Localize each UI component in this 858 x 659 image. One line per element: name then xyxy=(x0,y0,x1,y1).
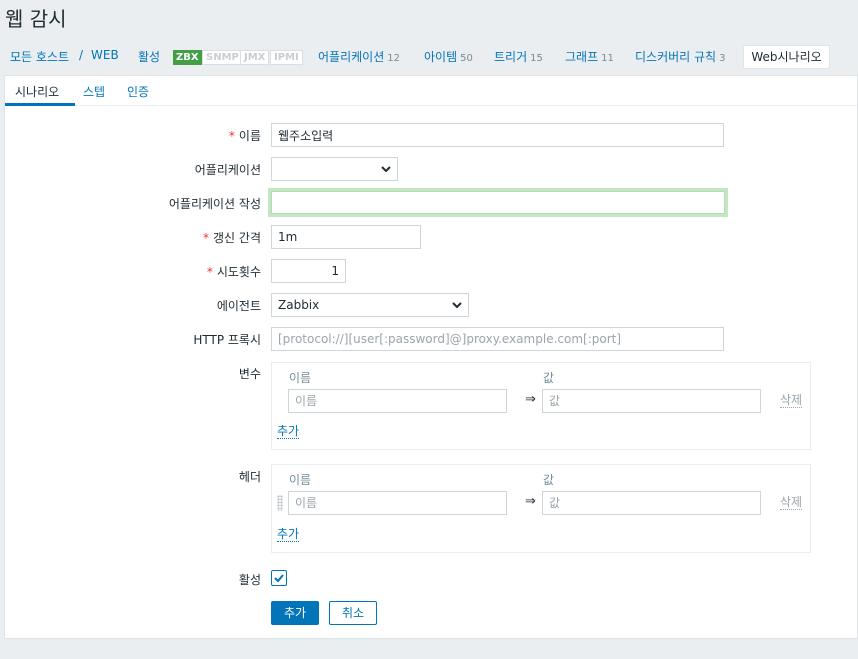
nav-triggers[interactable]: 트리거 15 xyxy=(494,48,543,65)
active-tab-indicator xyxy=(5,103,75,106)
agent-select[interactable]: Zabbix xyxy=(271,293,469,317)
nav-applications-label: 어플리케이션 xyxy=(318,50,385,64)
nav-triggers-label: 트리거 xyxy=(494,50,528,64)
new-application-input[interactable] xyxy=(268,188,728,217)
variable-value-input[interactable] xyxy=(542,389,761,413)
cancel-button[interactable]: 취소 xyxy=(329,601,377,625)
name-input[interactable] xyxy=(271,123,724,147)
header-remove-button[interactable]: 삭제 xyxy=(780,495,803,510)
drag-handle-icon[interactable] xyxy=(277,495,283,511)
attempts-label: * 시도횟수 xyxy=(206,265,261,279)
nav-graphs-count: 11 xyxy=(601,53,614,64)
nav-items[interactable]: 아이템 50 xyxy=(424,48,473,65)
http-proxy-label: HTTP 프록시 xyxy=(193,333,261,347)
nav-discovery-rules[interactable]: 디스커버리 규칙 3 xyxy=(635,48,725,65)
enabled-checkbox[interactable] xyxy=(271,570,287,586)
page-title: 웹 감시 xyxy=(5,7,67,31)
header-name-input[interactable] xyxy=(288,491,507,515)
required-marker: * xyxy=(203,231,210,245)
form-tabs: 시나리오 스텝 인증 xyxy=(5,76,857,106)
nav-graphs-label: 그래프 xyxy=(565,50,599,64)
chevron-down-icon xyxy=(452,302,462,309)
checkmark-icon xyxy=(274,574,284,583)
chevron-down-icon xyxy=(381,166,391,173)
variable-remove-button[interactable]: 삭제 xyxy=(780,393,803,408)
nav-applications[interactable]: 어플리케이션 12 xyxy=(318,48,400,65)
badge-zbx: ZBX xyxy=(173,50,202,65)
application-select[interactable] xyxy=(271,157,398,181)
update-interval-label: * 갱신 간격 xyxy=(203,231,261,245)
scenario-form-card: 시나리오 스텝 인증 *이름 어플리케이션 어플리케이션 작성 *갱신 간격 *… xyxy=(4,75,858,639)
enabled-label: 활성 xyxy=(238,573,261,587)
tab-steps[interactable]: 스텝 xyxy=(83,83,105,100)
nav-host-web[interactable]: WEB xyxy=(91,48,119,62)
agent-label: 에이전트 xyxy=(216,299,261,313)
variable-name-input[interactable] xyxy=(288,389,507,413)
nav-applications-count: 12 xyxy=(387,53,400,64)
tab-scenario[interactable]: 시나리오 xyxy=(15,83,59,100)
http-proxy-input[interactable] xyxy=(271,327,724,351)
required-marker: * xyxy=(228,129,235,143)
arrow-icon: ⇒ xyxy=(525,392,536,407)
header-add-button[interactable]: 추가 xyxy=(277,527,300,542)
badge-snmp: SNMP xyxy=(202,50,243,65)
name-label: * 이름 xyxy=(228,129,261,143)
headers-col-value: 값 xyxy=(543,473,555,487)
headers-col-name: 이름 xyxy=(289,473,312,487)
variables-label: 변수 xyxy=(238,367,261,381)
headers-table: 이름 값 ⇒ 삭제 추가 xyxy=(271,464,811,553)
host-navigation: 모든 호스트 / WEB 활성 ZBX SNMP JMX IPMI 어플리케이션… xyxy=(0,45,858,69)
nav-discovery-label: 디스커버리 규칙 xyxy=(635,50,717,64)
breadcrumb-separator: / xyxy=(79,48,84,62)
tab-authentication[interactable]: 인증 xyxy=(127,83,149,100)
nav-triggers-count: 15 xyxy=(530,53,543,64)
application-label: 어플리케이션 xyxy=(194,163,261,177)
nav-items-label: 아이템 xyxy=(424,50,458,64)
update-interval-input[interactable] xyxy=(271,225,421,249)
nav-graphs[interactable]: 그래프 11 xyxy=(565,48,614,65)
required-marker: * xyxy=(206,265,213,279)
header-value-input[interactable] xyxy=(542,491,761,515)
headers-label: 헤더 xyxy=(238,470,261,484)
host-status[interactable]: 활성 xyxy=(138,48,160,65)
variable-add-button[interactable]: 추가 xyxy=(277,424,300,439)
add-button[interactable]: 추가 xyxy=(271,601,319,625)
badge-ipmi: IPMI xyxy=(270,50,303,65)
nav-all-hosts[interactable]: 모든 호스트 xyxy=(10,48,69,65)
variables-col-name: 이름 xyxy=(289,371,312,385)
new-application-label: 어플리케이션 작성 xyxy=(168,197,261,211)
arrow-icon: ⇒ xyxy=(525,494,536,509)
nav-items-count: 50 xyxy=(460,53,473,64)
agent-select-value: Zabbix xyxy=(278,298,320,312)
nav-discovery-count: 3 xyxy=(719,53,726,64)
variables-table: 이름 값 ⇒ 삭제 추가 xyxy=(271,362,811,450)
nav-web-scenarios[interactable]: Web시나리오 xyxy=(743,45,830,69)
attempts-input[interactable] xyxy=(271,259,346,283)
badge-jmx: JMX xyxy=(240,50,270,65)
variables-col-value: 값 xyxy=(543,371,555,385)
